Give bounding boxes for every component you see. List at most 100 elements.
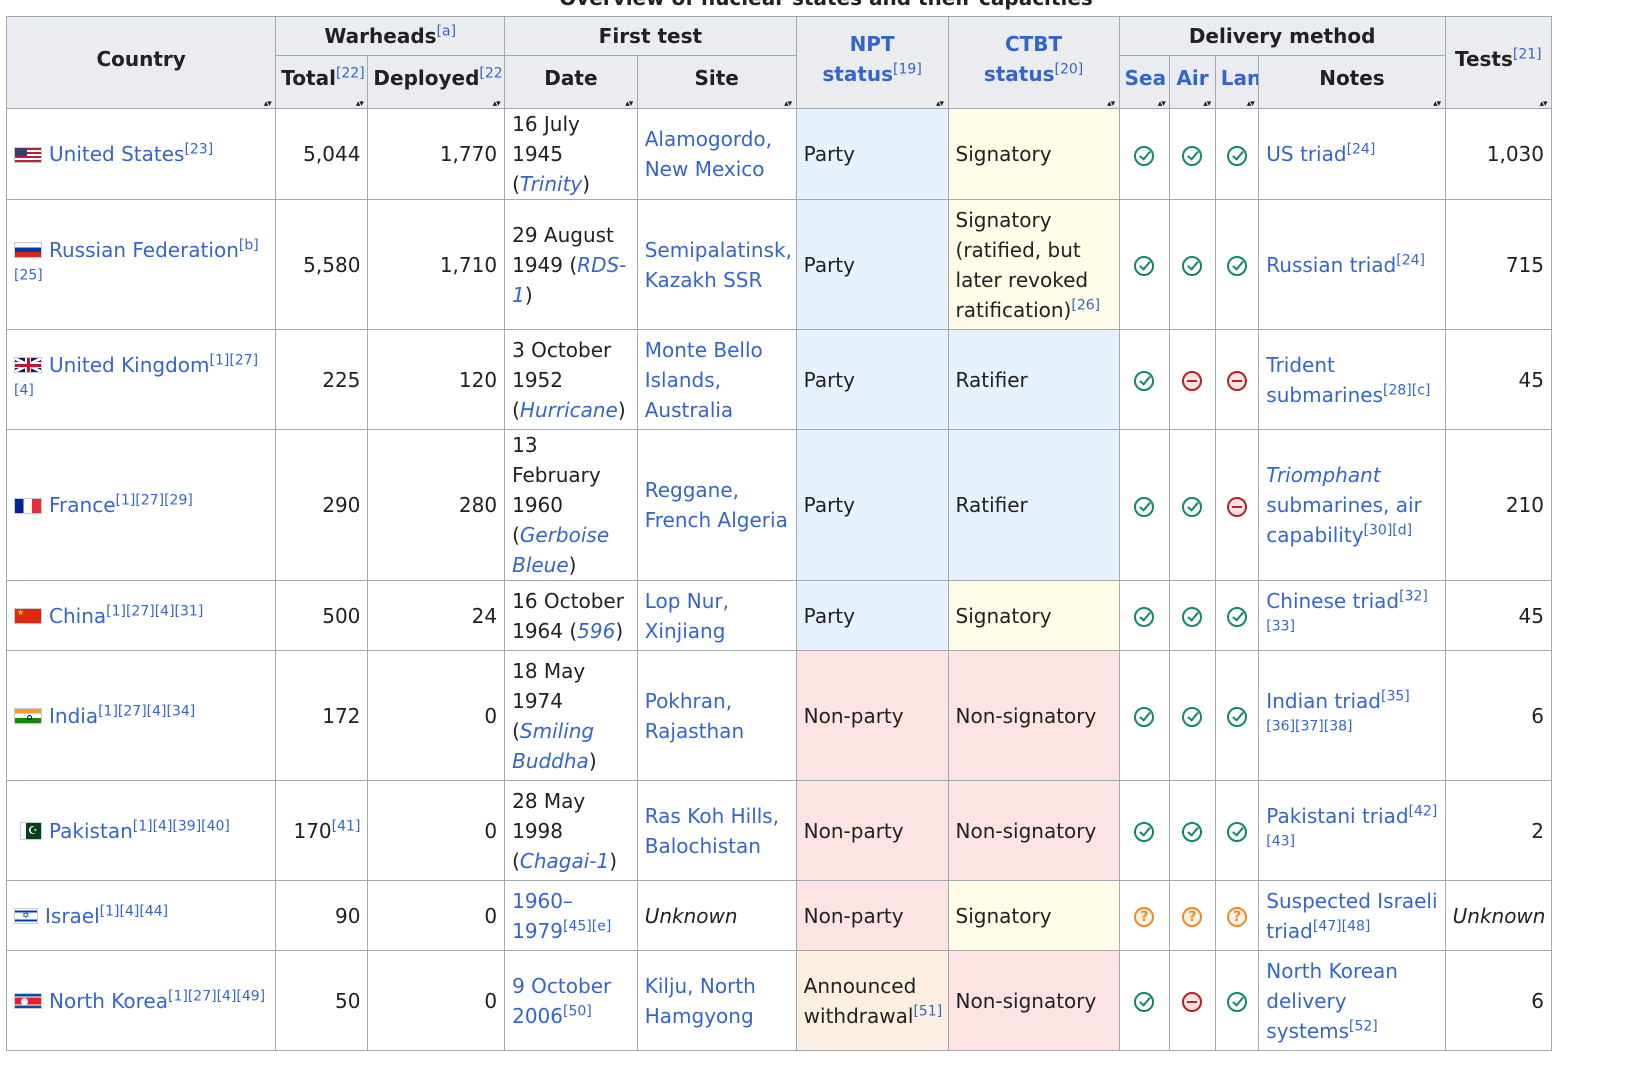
total-cell: 225 [275,329,369,430]
country-link[interactable]: North Korea [49,989,168,1013]
first-test-header: First test [504,16,797,56]
notes-cell: Russian triad[24] [1258,199,1446,330]
air-header[interactable]: Air [1169,55,1216,109]
notes-link[interactable]: Trident submarines [1266,353,1383,407]
country-cell: United Kingdom[1][27][4] [5,329,277,430]
minus-icon [1227,496,1248,517]
check-icon [1182,256,1203,276]
ctbt-cell: Signatory [947,580,1120,651]
air-cell [1169,950,1216,1051]
tests-cell: 6 [1444,650,1553,781]
ctbt-status-header[interactable]: CTBT status[20] [947,16,1120,109]
date-cell: 16 October 1964 (596) [504,580,638,651]
notes-link[interactable]: Russian triad [1266,253,1396,277]
tests-header[interactable]: Tests[21] [1444,16,1553,109]
test-name-link[interactable]: 596 [577,619,615,643]
date-cell: 18 May 1974 (Smiling Buddha) [504,650,638,781]
test-site-link[interactable]: Alamogordo, New Mexico [645,127,772,181]
npt-status-header[interactable]: NPT status[19] [795,16,949,109]
country-link[interactable]: France [49,493,116,517]
notes-link[interactable]: Pakistani triad [1266,804,1408,828]
total-cell: 290 [275,429,369,581]
sea-header[interactable]: Sea [1118,55,1171,109]
notes-link[interactable]: submarines, air capability [1266,493,1421,547]
npt-status-link[interactable]: NPT status [822,32,894,86]
site-cell: Ras Koh Hills, Balochistan [636,780,797,881]
check-icon [1134,145,1155,166]
ctbt-cell: Signatory (ratified, but later revoked r… [947,199,1120,330]
tests-cell: 45 [1444,580,1553,651]
table-caption: Overview of nuclear states and their cap… [0,0,1652,10]
npt-cell: Announced withdrawal[51] [795,950,949,1051]
check-icon [1182,607,1203,627]
test-date: 18 May 1974 [512,658,586,713]
country-cell: Russian Federation[b][25] [5,199,277,330]
deployed-cell: 0 [367,780,506,881]
test-date: 3 October 1952 [512,337,612,392]
test-site-link[interactable]: Pokhran, Rajasthan [645,689,744,743]
test-name-link[interactable]: Hurricane [520,398,618,422]
country-link[interactable]: United Kingdom [49,353,210,377]
npt-cell: Non-party [795,880,949,951]
land-cell [1214,950,1260,1051]
site-header[interactable]: Site [636,55,797,109]
deployed-cell: 0 [367,880,506,951]
test-site-link[interactable]: Lop Nur, Xinjiang [645,589,729,643]
notes-header[interactable]: Notes [1258,55,1446,109]
test-date-link[interactable]: 9 October 2006 [512,974,611,1028]
test-site-link[interactable]: Kilju, North Hamgyong [645,974,756,1028]
air-cell [1169,199,1216,330]
land-cell [1214,329,1260,430]
test-name-link[interactable]: Chagai-1 [520,849,609,873]
country-header[interactable]: Country [5,16,277,109]
minus-icon [1227,371,1248,391]
deployed-cell: 1,770 [367,108,506,200]
il-flag-icon [14,908,38,924]
total-header[interactable]: Total[22] [275,55,369,109]
notes-link[interactable]: Suspected Israeli triad [1266,889,1437,943]
country-cell: United States[23] [5,108,277,200]
table-row: North Korea[1][27][4][49] 50 0 9 October 20… [5,950,1553,1051]
test-site-link[interactable]: Ras Koh Hills, Balochistan [645,804,779,858]
test-name-link[interactable]: Gerboise Bleue [512,523,609,577]
country-cell: China[1][27][4][31] [5,580,277,651]
test-name-link[interactable]: Trinity [520,172,582,196]
date-header[interactable]: Date [504,55,638,109]
test-name-link[interactable]: Smiling Buddha [512,719,594,773]
deployed-header[interactable]: Deployed[22] [367,55,506,109]
land-header[interactable]: Land [1214,55,1260,109]
ctbt-cell: Signatory [947,880,1120,951]
country-link[interactable]: United States [49,142,184,166]
site-cell: Semipalatinsk, Kazakh SSR [636,199,797,330]
warheads-header: Warheads[a] [275,16,506,56]
country-cell: Pakistan[1][4][39][40] [5,780,277,881]
country-link[interactable]: China [49,604,106,628]
ctbt-status-link[interactable]: CTBT status [984,32,1062,86]
ctbt-cell: Signatory [947,108,1120,200]
country-link[interactable]: India [49,704,98,728]
test-site-link[interactable]: Semipalatinsk, Kazakh SSR [645,238,792,292]
notes-link[interactable]: Chinese triad [1266,589,1399,613]
sea-cell: ? [1118,880,1171,951]
test-site: Unknown [644,903,738,928]
minus-icon [1182,371,1203,391]
check-icon [1134,371,1155,391]
test-site-link[interactable]: Reggane, French Algeria [645,478,788,532]
notes-link[interactable]: North Korean delivery systems [1266,959,1398,1043]
country-cell: North Korea[1][27][4][49] [5,950,277,1051]
npt-cell: Party [795,580,949,651]
country-link[interactable]: Israel [45,904,100,928]
country-link[interactable]: Russian Federation [49,238,239,262]
test-site-link[interactable]: Monte Bello Islands, Australia [645,338,763,422]
test-date: 16 July 1945 [512,112,580,166]
sea-cell [1118,580,1171,651]
warheads-ref[interactable]: [a] [437,23,457,39]
test-date-link[interactable]: 1960–1979 [512,889,573,943]
deployed-cell: 120 [367,329,506,430]
notes-link[interactable]: Indian triad [1266,689,1381,713]
table-row: Russian Federation[b][25] 5,580 1,710 29 Au… [5,199,1553,330]
notes-link[interactable]: US triad [1266,142,1346,166]
country-link[interactable]: Pakistan [49,819,133,843]
sea-cell [1118,780,1171,881]
question-icon: ? [1182,907,1203,927]
